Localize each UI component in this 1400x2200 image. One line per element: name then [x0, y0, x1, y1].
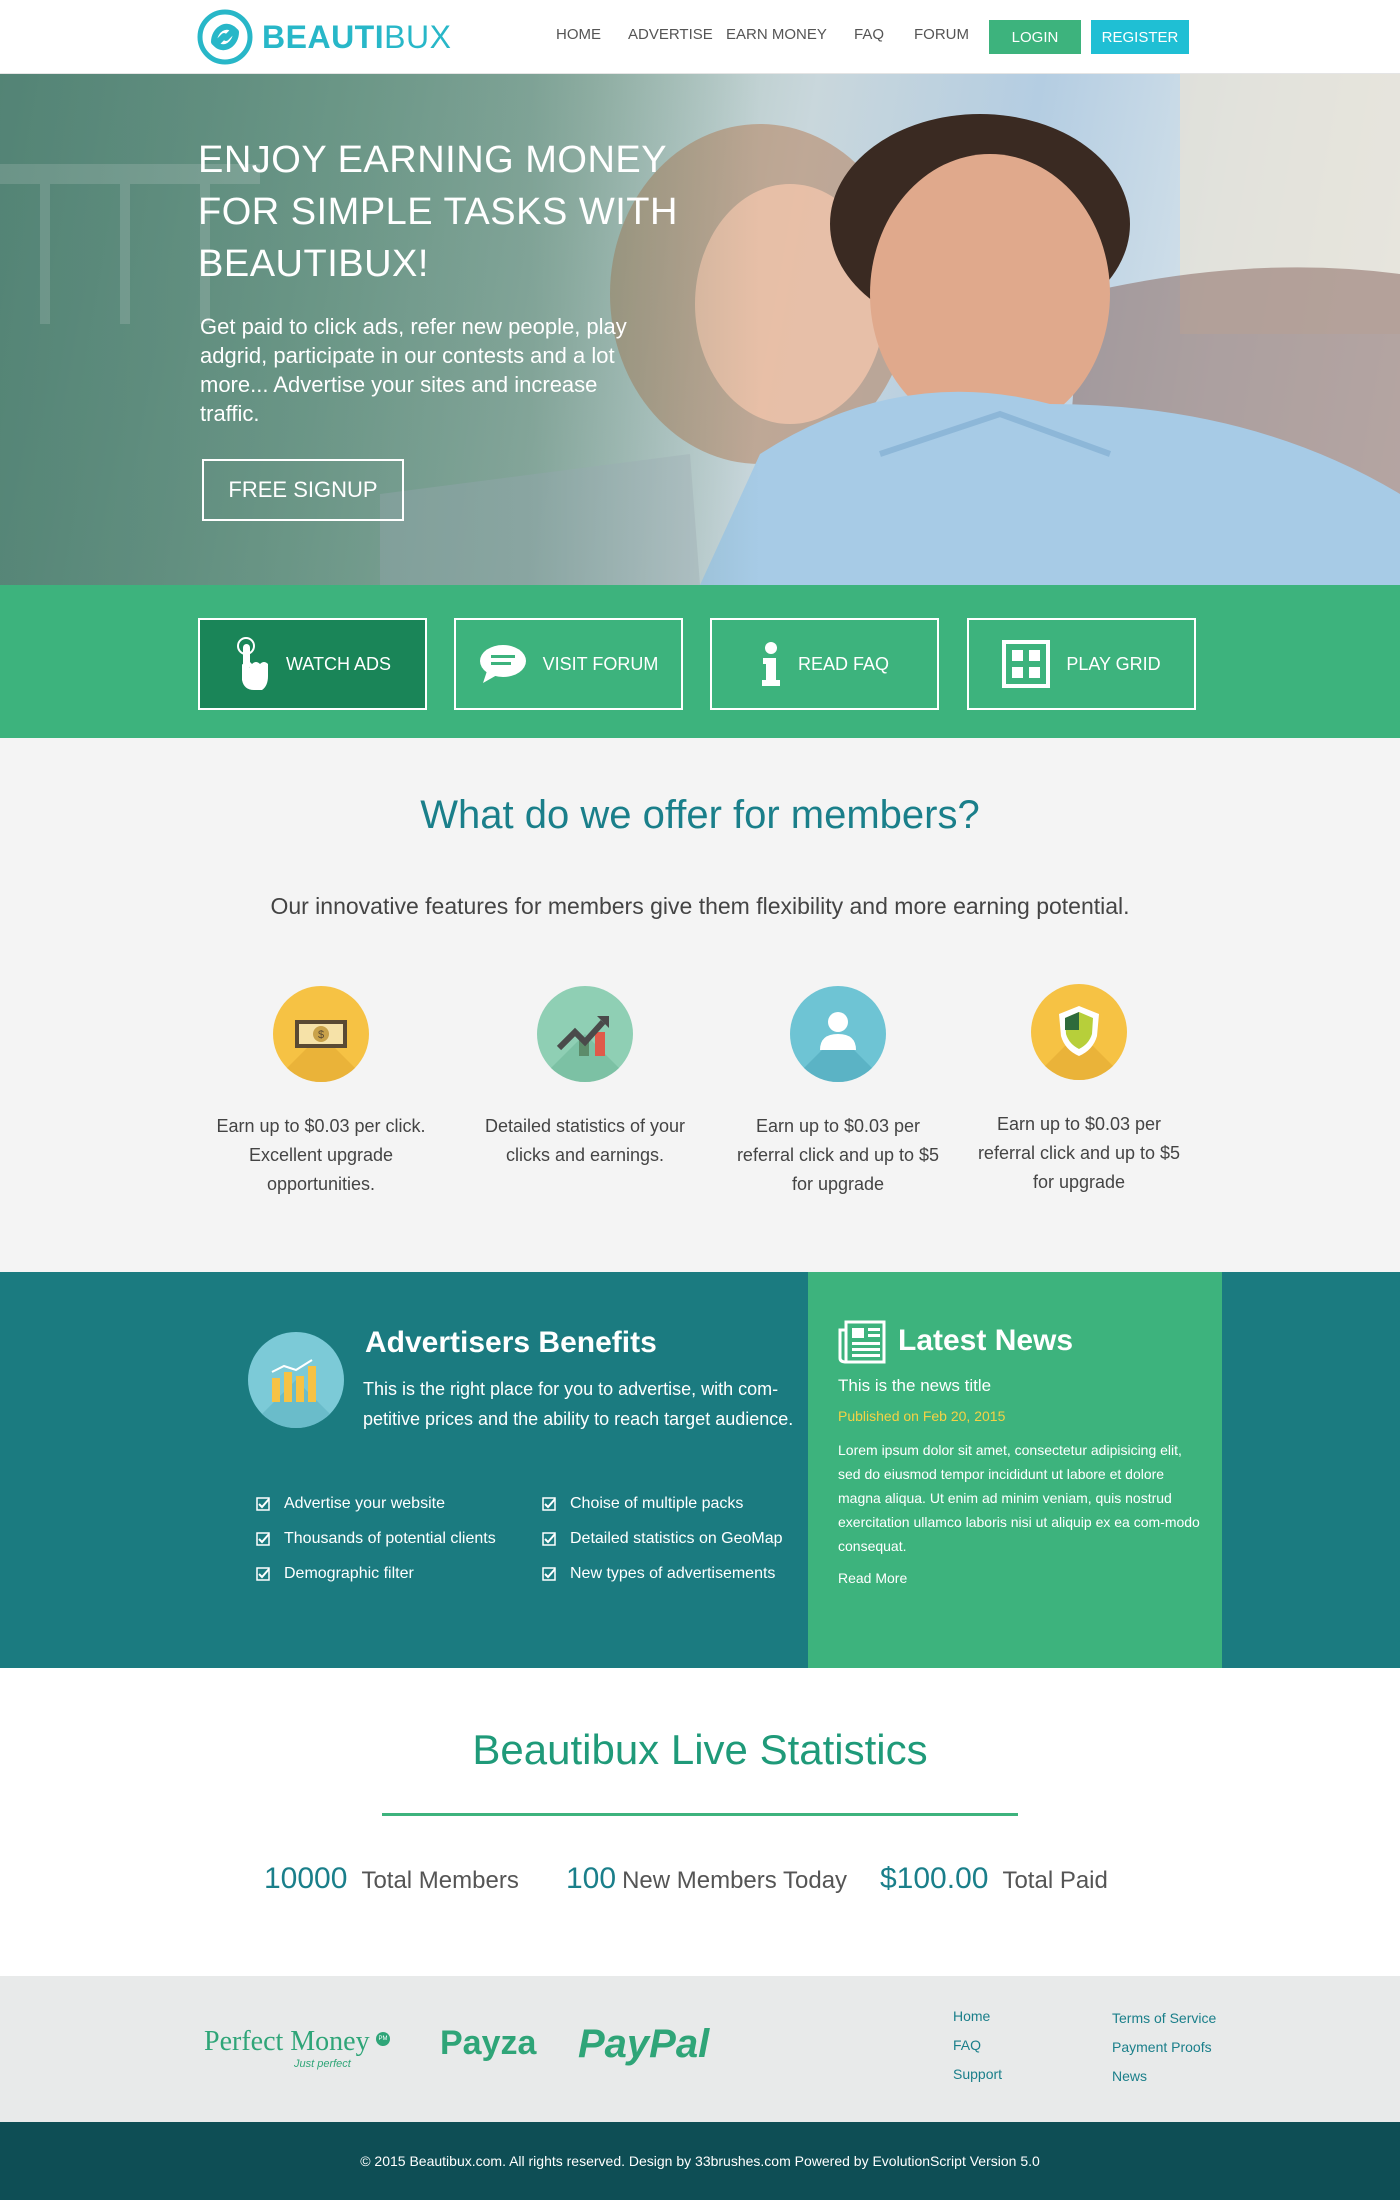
- checkbox-icon: [542, 1566, 556, 1581]
- feature-card: $ Earn up to $0.03 per click. Excellent …: [211, 986, 431, 1199]
- read-faq-label: READ FAQ: [797, 653, 890, 674]
- live-statistics-section: Beautibux Live Statistics 10000 Total Me…: [0, 1668, 1400, 1976]
- feature-text: Detailed statistics of your clicks and e…: [484, 1116, 686, 1165]
- list-item: Detailed statistics on GeoMap: [542, 1521, 783, 1556]
- list-item: Thousands of potential clients: [256, 1521, 496, 1556]
- feature-text: Earn up to $0.03 per click. Excellent up…: [216, 1116, 426, 1194]
- footer-link-home[interactable]: Home: [953, 2008, 1002, 2037]
- hand-pointer-icon: [234, 636, 270, 692]
- svg-text:$: $: [318, 1029, 324, 1041]
- footer-link-payment-proofs[interactable]: Payment Proofs: [1112, 2039, 1216, 2068]
- list-item: Choise of multiple packs: [542, 1486, 783, 1521]
- feature-card: Earn up to $0.03 per referral click and …: [728, 986, 948, 1199]
- read-faq-button[interactable]: READ FAQ: [710, 618, 939, 710]
- shield-icon: [1031, 984, 1127, 1080]
- hero-banner: ENJOY EARNING MONEY FOR SIMPLE TASKS WIT…: [0, 74, 1400, 585]
- news-item-title[interactable]: This is the news title: [838, 1376, 991, 1396]
- site-footer: Perfect Money Just perfect PM Payza PayP…: [0, 1976, 1400, 2122]
- checkbox-icon: [256, 1531, 270, 1546]
- paypal-logo: PayPal: [578, 2022, 710, 2066]
- stat-total-paid: $100.00 Total Paid: [880, 1862, 1108, 1896]
- chat-bubble-icon: [479, 643, 527, 685]
- footer-links-left: Home FAQ Support: [953, 2008, 1002, 2095]
- feature-card: Detailed statistics of your clicks and e…: [475, 986, 695, 1170]
- newspaper-icon: [838, 1320, 886, 1364]
- register-button[interactable]: REGISTER: [1091, 20, 1189, 54]
- stat-value: 10000: [264, 1862, 348, 1895]
- stat-label: Total Members: [361, 1867, 519, 1894]
- stat-total-members: 10000 Total Members: [264, 1862, 519, 1896]
- stats-divider: [382, 1813, 1018, 1816]
- advertisers-title: Advertisers Benefits: [365, 1326, 657, 1359]
- feature-card: Earn up to $0.03 per referral click and …: [969, 984, 1189, 1197]
- login-button[interactable]: LOGIN: [989, 20, 1081, 54]
- money-bill-icon: $: [273, 986, 369, 1082]
- nav-forum[interactable]: FORUM: [914, 26, 969, 43]
- stat-label: Total Paid: [1002, 1867, 1108, 1894]
- benefits-list-right: Choise of multiple packs Detailed statis…: [542, 1486, 783, 1591]
- list-item: Demographic filter: [256, 1556, 496, 1591]
- read-more-link[interactable]: Read More: [838, 1570, 907, 1586]
- watch-ads-button[interactable]: WATCH ADS: [198, 618, 427, 710]
- perfect-money-logo: Perfect Money Just perfect PM: [204, 2026, 390, 2070]
- bar-chart-icon: [248, 1332, 344, 1428]
- news-title: Latest News: [898, 1324, 1074, 1357]
- copyright-bar: © 2015 Beautibux.com. All rights reserve…: [0, 2122, 1400, 2200]
- stat-label: New Members Today: [622, 1867, 848, 1894]
- checkbox-icon: [542, 1531, 556, 1546]
- benefits-list-left: Advertise your website Thousands of pote…: [256, 1486, 496, 1591]
- news-date: Published on Feb 20, 2015: [838, 1408, 1006, 1424]
- payza-logo: Payza: [440, 2024, 537, 2062]
- grid-icon: [1002, 640, 1051, 688]
- feature-text: Earn up to $0.03 per referral click and …: [736, 1116, 940, 1194]
- hero-subtitle: Get paid to click ads, refer new people,…: [200, 314, 627, 426]
- checkbox-icon: [256, 1566, 270, 1581]
- chart-arrow-icon: [537, 986, 633, 1082]
- logo-icon: [197, 9, 253, 65]
- checkbox-icon: [542, 1496, 556, 1511]
- site-logo[interactable]: BEAUTIBUX: [196, 8, 451, 66]
- stat-new-members: 100 New Members Today: [566, 1862, 847, 1896]
- footer-links-right: Terms of Service Payment Proofs News: [1112, 2010, 1216, 2097]
- stat-value: 100: [566, 1862, 617, 1895]
- user-icon: [790, 986, 886, 1082]
- nav-faq[interactable]: FAQ: [854, 26, 884, 43]
- logo-text: BEAUTIBUX: [262, 18, 452, 55]
- hero-title: ENJOY EARNING MONEY FOR SIMPLE TASKS WIT…: [198, 139, 678, 285]
- offers-subtitle: Our innovative features for members give…: [270, 893, 1130, 919]
- visit-forum-button[interactable]: VISIT FORUM: [454, 618, 683, 710]
- list-item: New types of advertisements: [542, 1556, 783, 1591]
- copyright-text: © 2015 Beautibux.com. All rights reserve…: [360, 2153, 1040, 2169]
- footer-link-faq[interactable]: FAQ: [953, 2037, 1002, 2066]
- member-offers-section: What do we offer for members? Our innova…: [0, 738, 1400, 1272]
- footer-link-news[interactable]: News: [1112, 2068, 1216, 2097]
- feature-text: Earn up to $0.03 per referral click and …: [977, 1114, 1181, 1192]
- watch-ads-label: WATCH ADS: [285, 653, 391, 674]
- latest-news-panel: Latest News This is the news title Publi…: [808, 1272, 1222, 1668]
- news-body: Lorem ipsum dolor sit amet, consectetur …: [838, 1442, 1200, 1554]
- info-icon: [760, 642, 782, 686]
- nav-advertise[interactable]: ADVERTISE: [628, 26, 713, 43]
- advertisers-description: This is the right place for you to adver…: [363, 1379, 794, 1429]
- nav-earn-money[interactable]: EARN MONEY: [726, 26, 827, 43]
- play-grid-label: PLAY GRID: [1066, 653, 1161, 674]
- free-signup-button[interactable]: FREE SIGNUP: [202, 459, 404, 521]
- stat-value: $100.00: [880, 1862, 989, 1895]
- quick-actions-bar: WATCH ADS VISIT FORUM READ FAQ PLAY GRID: [0, 585, 1400, 738]
- footer-link-terms[interactable]: Terms of Service: [1112, 2010, 1216, 2039]
- nav-home[interactable]: HOME: [556, 26, 601, 43]
- list-item: Advertise your website: [256, 1486, 496, 1521]
- checkbox-icon: [256, 1496, 270, 1511]
- offers-title: What do we offer for members?: [420, 793, 980, 837]
- stats-title: Beautibux Live Statistics: [472, 1726, 928, 1773]
- site-header: BEAUTIBUX HOME ADVERTISE EARN MONEY FAQ …: [0, 0, 1400, 74]
- footer-link-support[interactable]: Support: [953, 2066, 1002, 2095]
- play-grid-button[interactable]: PLAY GRID: [967, 618, 1196, 710]
- visit-forum-label: VISIT FORUM: [542, 653, 659, 674]
